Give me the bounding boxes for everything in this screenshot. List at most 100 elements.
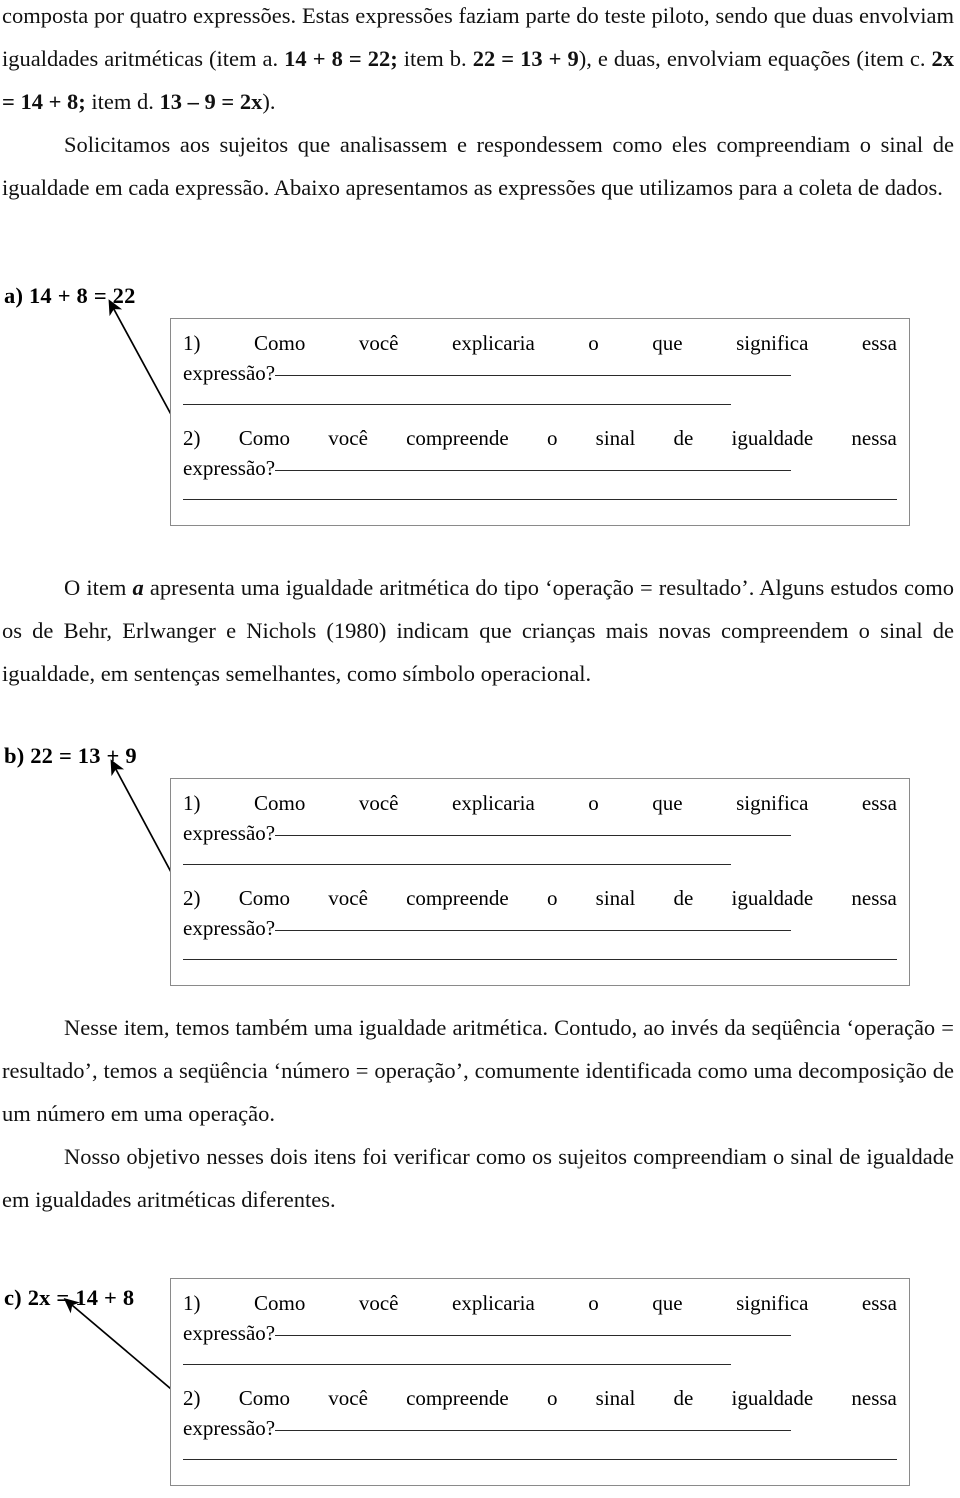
question-1-word-2: explicaria <box>452 791 535 815</box>
question-1-word-4: que <box>652 791 683 815</box>
answer-rule-2a[interactable] <box>275 470 792 471</box>
text-run: Nesse item, temos também uma igualdade a… <box>2 1015 954 1126</box>
question-2-text-row: 2) Como você compreende o sinal de igual… <box>183 1383 897 1413</box>
question-2-word-1: você <box>328 426 368 450</box>
question-2-tail-label: expressão? <box>183 1416 276 1440</box>
paragraph-intro-1: composta por quatro expressões. Estas ex… <box>2 0 954 123</box>
paragraph-commentary-1: O item a apresenta uma igualdade aritmét… <box>2 566 954 695</box>
answer-rule-1a[interactable] <box>275 375 792 376</box>
question-2-tail: expressão? <box>183 913 897 943</box>
text-run: item b. <box>397 46 473 71</box>
paragraph-commentary-2b: Nosso objetivo nesses dois itens foi ver… <box>2 1135 954 1221</box>
expression-section-c: c) 2x = 14 + 8 1) Como você explicaria o … <box>0 1268 960 1490</box>
question-2-word-0: Como <box>238 1386 291 1410</box>
text-run: 14 + 8 = 22; <box>284 46 398 71</box>
question-1-word-3: o <box>588 791 599 815</box>
question-2-word-1: você <box>328 886 368 910</box>
question-2-word-0: Como <box>238 426 291 450</box>
commentary-block-2: Nesse item, temos também uma igualdade a… <box>2 1006 954 1221</box>
answer-rule-2b[interactable] <box>183 959 897 960</box>
question-2-word-5: de <box>673 886 694 910</box>
text-run: 22 = 13 + 9 <box>472 46 579 71</box>
question-2-word-6: igualdade <box>731 426 814 450</box>
question-1-word-5: significa <box>736 791 809 815</box>
answer-rule-1a[interactable] <box>275 835 792 836</box>
text-run: O item <box>64 575 133 600</box>
question-2-word-7: nessa <box>851 886 897 910</box>
question-2-word-6: igualdade <box>731 1386 814 1410</box>
question-1-word-2: explicaria <box>452 331 535 355</box>
question-2-word-2: compreende <box>406 1386 509 1410</box>
question-1-word-4: que <box>652 331 683 355</box>
question-1-text-row: 1) Como você explicaria o que significa e… <box>183 1288 897 1318</box>
question-1-word-6: essa <box>861 331 897 355</box>
question-box-b: 1) Como você explicaria o que significa e… <box>170 778 910 986</box>
question-1-word-6: essa <box>861 791 897 815</box>
answer-rule-1a[interactable] <box>275 1335 792 1336</box>
expression-label-c: c) 2x = 14 + 8 <box>4 1285 135 1310</box>
answer-rule-2b[interactable] <box>183 1459 897 1460</box>
text-run: item d. <box>85 89 160 114</box>
question-2-word-4: sinal <box>595 886 636 910</box>
intro-paragraph-block: composta por quatro expressões. Estas ex… <box>2 0 954 209</box>
question-1-word-0: Como <box>254 331 306 355</box>
paragraph-commentary-2a: Nesse item, temos também uma igualdade a… <box>2 1006 954 1135</box>
question-2-text-row: 2) Como você compreende o sinal de igual… <box>183 883 897 913</box>
answer-rule-2b[interactable] <box>183 499 897 500</box>
question-1-text-row: 1) Como você explicaria o que significa e… <box>183 788 897 818</box>
question-1-number: 1) <box>183 1291 201 1315</box>
expression-label-b: b) 22 = 13 + 9 <box>4 743 137 768</box>
question-2-word-4: sinal <box>595 426 636 450</box>
question-2-word-3: o <box>546 886 558 910</box>
question-box-c: 1) Como você explicaria o que significa e… <box>170 1278 910 1486</box>
text-run: 13 – 9 = 2x <box>159 89 263 114</box>
question-2-word-5: de <box>673 426 694 450</box>
paragraph-intro-2: Solicitamos aos sujeitos que analisassem… <box>2 123 954 209</box>
text-run: a <box>132 575 144 600</box>
expression-section-a: a) 14 + 8 = 22 1) Como você explicaria o … <box>0 272 960 530</box>
text-run: Solicitamos aos sujeitos que analisassem… <box>2 132 954 200</box>
question-2-word-1: você <box>328 1386 368 1410</box>
question-1-word-4: que <box>652 1291 683 1315</box>
question-2-word-3: o <box>546 1386 558 1410</box>
expression-section-b: b) 22 = 13 + 9 1) Como você explicaria o … <box>0 732 960 990</box>
question-2-tail: expressão? <box>183 453 897 483</box>
question-1-tail: expressão? <box>183 358 897 388</box>
question-2-word-2: compreende <box>406 426 509 450</box>
text-run: ). <box>262 89 276 114</box>
answer-rule-2a[interactable] <box>275 930 792 931</box>
question-1-word-6: essa <box>861 1291 897 1315</box>
text-run: ), e duas, envolviam equações (item c. <box>578 46 932 71</box>
text-run: Nosso objetivo nesses dois itens foi ver… <box>2 1144 954 1212</box>
question-2-word-0: Como <box>238 886 291 910</box>
question-1-word-1: você <box>358 331 399 355</box>
question-1-word-2: explicaria <box>452 1291 535 1315</box>
question-1-number: 1) <box>183 791 201 815</box>
question-2-text-row: 2) Como você compreende o sinal de igual… <box>183 423 897 453</box>
question-2-word-2: compreende <box>406 886 509 910</box>
question-2-word-7: nessa <box>851 426 897 450</box>
expression-label-a: a) 14 + 8 = 22 <box>4 283 136 308</box>
question-1-text-row: 1) Como você explicaria o que significa e… <box>183 328 897 358</box>
question-2-tail-label: expressão? <box>183 916 276 940</box>
question-1-word-5: significa <box>736 1291 809 1315</box>
commentary-block-1: O item a apresenta uma igualdade aritmét… <box>2 566 954 695</box>
question-2-number: 2) <box>183 426 201 450</box>
question-1-word-5: significa <box>736 331 809 355</box>
question-1-word-1: você <box>358 1291 399 1315</box>
question-2-number: 2) <box>183 886 201 910</box>
question-2-word-4: sinal <box>595 1386 636 1410</box>
answer-rule-2a[interactable] <box>275 1430 792 1431</box>
question-1-word-0: Como <box>254 1291 306 1315</box>
question-1-tail: expressão? <box>183 1318 897 1348</box>
question-2-word-6: igualdade <box>731 886 814 910</box>
question-1-word-0: Como <box>254 791 306 815</box>
question-box-a: 1) Como você explicaria o que significa e… <box>170 318 910 526</box>
question-1-tail-label: expressão? <box>183 821 276 845</box>
question-1-number: 1) <box>183 331 201 355</box>
question-2-tail-label: expressão? <box>183 456 276 480</box>
question-2-word-3: o <box>546 426 558 450</box>
